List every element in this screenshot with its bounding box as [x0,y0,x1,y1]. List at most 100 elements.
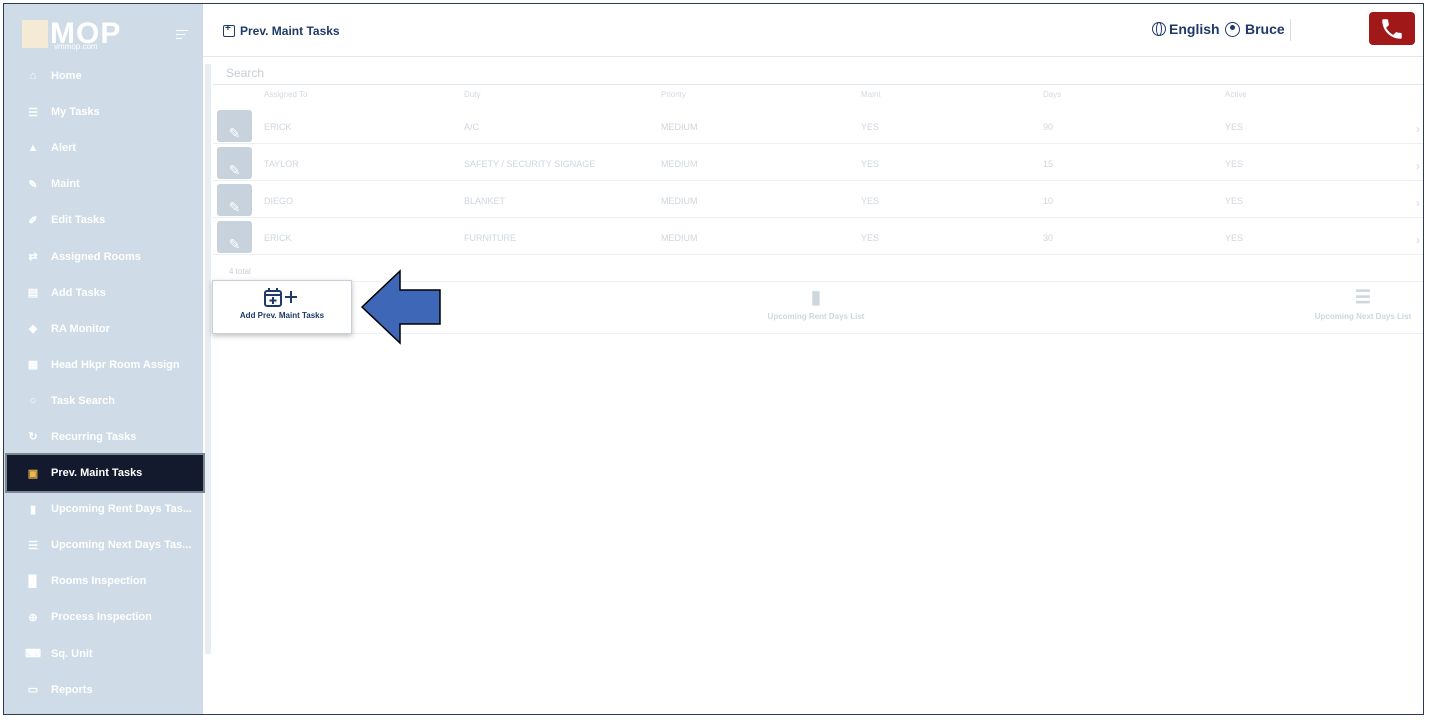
sidebar-item-prev-maint-tasks[interactable]: ▣ Prev. Maint Tasks [7,455,203,492]
page-title: Prev. Maint Tasks [223,23,340,38]
pointer-arrow [360,269,441,345]
upcoming-rent-days-button[interactable]: ▮ Upcoming Rent Days List [756,282,876,321]
edit-button[interactable]: ✎ [217,221,252,253]
table-row[interactable]: ✎ TAYLOR SAFETY / SECURITY SIGNAGE MEDIU… [213,144,1423,181]
column-header[interactable]: Assigned To [264,90,307,99]
cell-maint: YES [861,233,880,243]
sidebar-nav: ⌂ Home ☰ My Tasks ▲ Alert ✎ Maint ✐ Edit Task… [4,58,203,708]
table-row[interactable]: ✎ ERICK A/C MEDIUM YES 90 YES › [213,107,1423,144]
cell-priority: MEDIUM [661,233,698,243]
pencil-icon: ✎ [228,199,241,215]
header-divider [1290,19,1291,41]
edit-button[interactable]: ✎ [217,147,252,179]
column-header[interactable]: Maint [861,90,881,99]
cell-days: 30 [1043,233,1054,243]
search-input[interactable]: Search [213,61,1423,85]
sidebar-item-label: Upcoming Rent Days Tas... [51,503,192,516]
sidebar-item-task-search[interactable]: ○ Task Search [4,383,203,419]
main-content: Search Assigned To Duty Priority Maint D… [212,58,1423,714]
sidebar-item-assigned-rooms[interactable]: ⇄ Assigned Rooms [4,238,203,274]
cell-active: YES [1225,159,1244,169]
upcoming-next-days-label: Upcoming Next Days List [1314,312,1412,321]
sidebar-item-label: Edit Tasks [51,214,106,227]
chevron-right-icon[interactable]: › [1416,122,1420,136]
chevron-right-icon[interactable]: › [1416,196,1420,210]
cell-assigned-to: TAYLOR [264,159,299,169]
clipboard-icon: ▮ [811,287,821,307]
sidebar-item-ra-monitor[interactable]: ◈ RA Monitor [4,311,203,347]
cell-active: YES [1225,233,1244,243]
column-header[interactable]: Active [1225,90,1247,99]
chevron-right-icon[interactable]: › [1416,233,1420,247]
magnify-icon: ⊕ [28,611,38,624]
cell-assigned-to: ERICK [264,233,292,243]
sidebar-item-label: Upcoming Next Days Tas... [51,539,192,552]
column-header[interactable]: Priority [661,90,686,99]
refresh-icon: ↻ [28,431,38,444]
sidebar-item-sq-unit[interactable]: ⌨ Sq. Unit [4,636,203,672]
cell-assigned-to: ERICK [264,122,292,132]
cell-duty: BLANKET [464,196,506,206]
sidebar-item-label: Head Hkpr Room Assign [51,358,180,371]
table-header: Assigned To Duty Priority Maint Days Act… [213,90,1423,106]
sidebar-item-add-tasks[interactable]: ▤ Add Tasks [4,275,203,311]
sidebar-item-label: RA Monitor [51,322,110,335]
cell-priority: MEDIUM [661,159,698,169]
cell-priority: MEDIUM [661,196,698,206]
sidebar-item-label: Prev. Maint Tasks [51,467,143,480]
app-window: MOP vmmop.com ⌂ Home ☰ My Tasks ▲ Alert ✎ Ma… [3,3,1424,715]
sidebar-item-label: Maint [51,178,80,191]
sidebar-scrollbar[interactable] [205,64,211,654]
binoculars-icon: ◈ [28,323,38,336]
cell-duty: FURNITURE [464,233,516,243]
edit-button[interactable]: ✎ [217,110,252,142]
list-icon: ☰ [28,539,38,552]
menu-toggle-icon[interactable] [176,30,188,42]
upcoming-next-days-button[interactable]: ☰ Upcoming Next Days List [1303,282,1423,321]
list-icon: ☰ [1354,287,1372,307]
user-name: Bruce [1245,21,1285,37]
sidebar-item-head-hkpr[interactable]: ▦ Head Hkpr Room Assign [4,347,203,383]
sidebar-item-label: Sq. Unit [51,647,93,660]
table-icon: ▤ [27,287,39,300]
phone-button[interactable] [1369,12,1415,45]
sidebar-item-process-inspection[interactable]: ⊕ Process Inspection [4,599,203,635]
sidebar-item-recurring-tasks[interactable]: ↻ Recurring Tasks [4,419,203,455]
sidebar-item-maint[interactable]: ✎ Maint [4,166,203,202]
add-prev-maint-tasks-button[interactable]: Add Prev. Maint Tasks [212,280,352,334]
chevron-right-icon[interactable]: › [1416,159,1420,173]
pencil-icon: ✎ [228,125,241,141]
calendar-plus-icon: ▣ [27,467,39,480]
language-selector[interactable]: English [1152,21,1220,37]
sidebar-item-edit-tasks[interactable]: ✐ Edit Tasks [4,202,203,238]
sidebar-item-upcoming-rent-days[interactable]: ▮ Upcoming Rent Days Tas... [4,491,203,527]
table-row[interactable]: ✎ DIEGO BLANKET MEDIUM YES 10 YES › [213,181,1423,218]
edit-icon: ✐ [28,214,38,227]
sidebar-item-rooms-inspection[interactable]: ▉ Rooms Inspection [4,563,203,599]
brand-logo[interactable]: MOP vmmop.com [22,17,182,52]
sidebar-item-upcoming-next-days[interactable]: ☰ Upcoming Next Days Tas... [4,527,203,563]
sidebar-item-alert[interactable]: ▲ Alert [4,130,203,166]
sidebar-item-label: Task Search [51,394,116,407]
keyboard-icon: ⌨ [25,648,41,661]
cell-maint: YES [861,122,880,132]
calendar-plus-icon [213,281,351,311]
brand-subtitle: vmmop.com [54,42,98,51]
edit-button[interactable]: ✎ [217,184,252,216]
user-menu[interactable]: Bruce [1225,21,1285,37]
column-header[interactable]: Duty [464,90,480,99]
upcoming-rent-days-label: Upcoming Rent Days List [767,312,865,321]
globe-icon [1152,22,1166,36]
column-header[interactable]: Days [1043,90,1061,99]
language-label: English [1169,21,1220,37]
sidebar-item-my-tasks[interactable]: ☰ My Tasks [4,94,203,130]
user-icon [1225,21,1240,37]
sidebar-item-home[interactable]: ⌂ Home [4,58,203,94]
card-icon: ▭ [27,684,39,697]
door-icon: ▉ [28,575,38,588]
table-row[interactable]: ✎ ERICK FURNITURE MEDIUM YES 30 YES › [213,218,1423,255]
sidebar-item-reports[interactable]: ▭ Reports [4,672,203,708]
cell-duty: SAFETY / SECURITY SIGNAGE [464,159,596,169]
cell-days: 10 [1043,196,1054,206]
cell-assigned-to: DIEGO [264,196,294,206]
